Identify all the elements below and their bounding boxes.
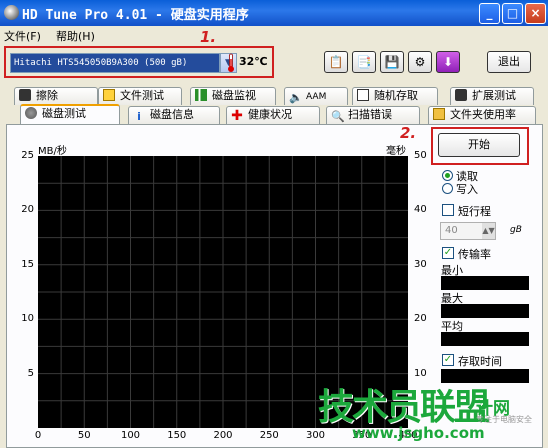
- short-stroke-unit: gB: [510, 225, 522, 235]
- annotation-step-1: 1.: [200, 28, 217, 46]
- y-tick-left: 15: [21, 258, 34, 270]
- y-tick-right: 10: [414, 367, 427, 379]
- options-icon[interactable]: ⚙: [408, 51, 432, 73]
- y-tick-left: 20: [21, 204, 34, 216]
- x-tick: 300: [305, 430, 326, 441]
- maximize-button[interactable]: □: [502, 3, 523, 24]
- spinner-arrows-icon[interactable]: ▲▼: [482, 223, 495, 239]
- thermometer-icon: [228, 53, 234, 72]
- y-tick-left: 25: [21, 150, 34, 161]
- tab-disk-monitor[interactable]: 磁盘监视: [190, 87, 276, 105]
- erase-icon: [19, 89, 31, 101]
- exit-button[interactable]: 退出: [487, 51, 531, 73]
- watermark-logo: 技术员联盟: [318, 387, 490, 428]
- min-value-box: [441, 276, 529, 290]
- extended-tests-icon: [455, 89, 467, 101]
- x-tick: 150: [167, 430, 187, 441]
- y-tick-right: 40: [414, 204, 427, 216]
- x-tick: 200: [213, 430, 233, 441]
- tab-benchmark[interactable]: 磁盘测试: [20, 104, 120, 124]
- avg-value-box: [441, 332, 529, 346]
- y-axis-left-unit: MB/秒: [38, 146, 67, 157]
- menu-help[interactable]: 帮助(H): [56, 28, 95, 44]
- tab-random-access[interactable]: 随机存取: [352, 87, 438, 105]
- tab-extended-tests[interactable]: 扩展测试: [450, 87, 534, 105]
- tab-disk-info[interactable]: i 磁盘信息: [128, 106, 220, 124]
- menu-file[interactable]: 文件(F): [4, 28, 41, 44]
- max-value-box: [441, 304, 529, 318]
- y-tick-right: 50: [414, 150, 427, 161]
- tab-error-scan[interactable]: 🔍 扫描错误: [326, 106, 420, 124]
- tab-folder-usage[interactable]: 文件夹使用率: [428, 106, 536, 124]
- minimize-button[interactable]: _: [479, 3, 500, 24]
- read-radio[interactable]: [442, 170, 453, 181]
- folder-icon: [433, 108, 445, 120]
- tab-health[interactable]: ✚ 健康状况: [226, 106, 320, 124]
- y-tick-left: 5: [27, 367, 34, 379]
- y-tick-right: 20: [414, 313, 427, 325]
- write-label: 写入: [456, 183, 478, 196]
- magnifier-icon: 🔍: [331, 110, 345, 123]
- x-tick: 250: [259, 430, 279, 441]
- copy-info-icon[interactable]: 📑: [352, 51, 376, 73]
- tab-aam[interactable]: 🔈 AAM: [284, 87, 348, 105]
- random-access-icon: [357, 89, 369, 101]
- chart-icon: [195, 89, 207, 101]
- speaker-icon: 🔈: [289, 91, 303, 104]
- short-stroke-label: 短行程: [458, 205, 491, 218]
- start-button[interactable]: 开始: [438, 133, 520, 157]
- x-tick: 0: [34, 430, 42, 441]
- file-test-icon: [103, 89, 115, 101]
- tab-file-test[interactable]: 文件测试: [98, 87, 182, 105]
- save-icon[interactable]: 💾: [380, 51, 404, 73]
- transfer-rate-checkbox[interactable]: ✓: [442, 247, 454, 259]
- temperature-readout: 32℃: [239, 55, 268, 68]
- access-time-label: 存取时间: [458, 355, 502, 368]
- y-tick-right: 30: [414, 258, 427, 270]
- disk-icon: [25, 107, 37, 119]
- transfer-rate-label: 传输率: [458, 248, 491, 261]
- tab-erase[interactable]: 擦除: [14, 87, 98, 105]
- window-title: HD Tune Pro 4.01 - 硬盘实用程序: [22, 8, 249, 23]
- health-cross-icon: ✚: [231, 108, 243, 124]
- x-tick: 100: [120, 430, 141, 441]
- close-button[interactable]: ×: [525, 3, 546, 24]
- drive-select[interactable]: Hitachi HTS545050B9A300 (500 gB): [10, 53, 220, 73]
- x-tick: 50: [77, 430, 91, 441]
- y-axis-right-unit: 毫秒: [386, 146, 406, 157]
- short-stroke-checkbox[interactable]: [442, 204, 454, 216]
- watermark-url: www.jsgho.com: [352, 424, 485, 442]
- annotation-step-2: 2.: [400, 124, 417, 142]
- access-time-checkbox[interactable]: ✓: [442, 354, 454, 366]
- write-radio[interactable]: [442, 183, 453, 194]
- y-tick-left: 10: [21, 313, 34, 325]
- copy-icon[interactable]: 📋: [324, 51, 348, 73]
- info-icon: i: [137, 110, 141, 123]
- download-arrow-icon[interactable]: ⬇: [436, 51, 460, 73]
- app-icon: [4, 5, 19, 20]
